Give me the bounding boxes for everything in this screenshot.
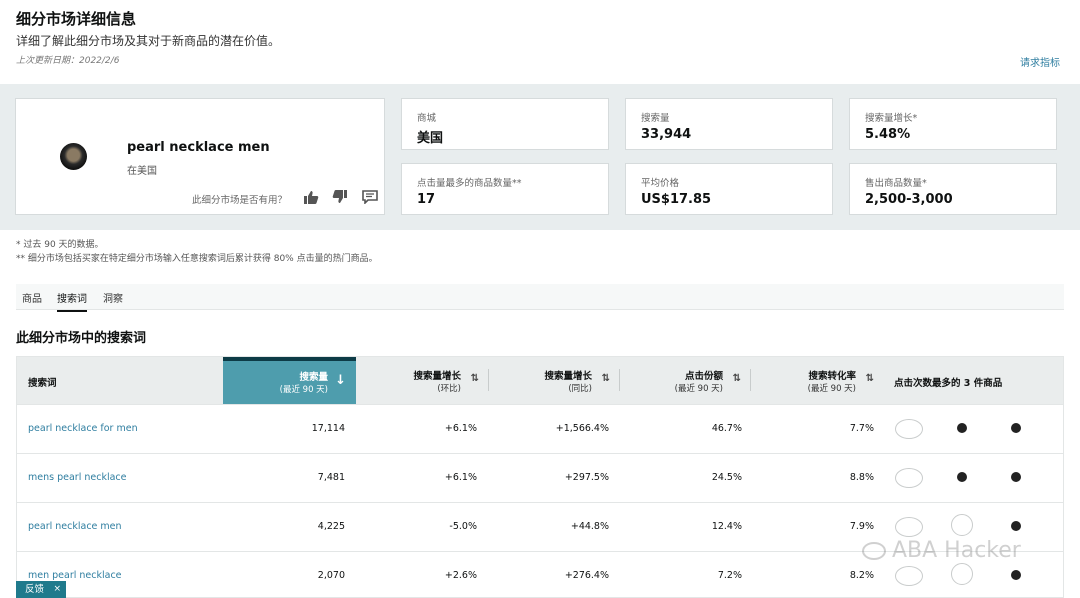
growth-yoy: +1,566.4% bbox=[555, 423, 609, 434]
metric-value: 5.48% bbox=[865, 127, 911, 142]
header-click-share[interactable]: 点击份额 (最近 90 天) ⇅ bbox=[620, 357, 751, 404]
page-title: 细分市场详细信息 bbox=[16, 10, 137, 28]
growth-qoq: +2.6% bbox=[444, 570, 477, 581]
search-term-link[interactable]: pearl necklace men bbox=[28, 521, 122, 532]
growth-yoy: +44.8% bbox=[570, 521, 609, 532]
metric-value: 2,500-3,000 bbox=[865, 192, 953, 207]
header-search-volume[interactable]: 搜索量 (最近 90 天) ↓ bbox=[223, 357, 356, 404]
sort-arrows-icon[interactable]: ⇅ bbox=[471, 373, 479, 384]
sort-arrows-icon[interactable]: ⇅ bbox=[733, 373, 741, 384]
sort-arrows-icon[interactable]: ⇅ bbox=[866, 373, 874, 384]
click-share: 46.7% bbox=[711, 423, 742, 434]
header-top-clicked-products: 点击次数最多的 3 件商品 bbox=[894, 378, 1003, 389]
sort-arrows-icon[interactable]: ⇅ bbox=[602, 373, 610, 384]
request-metrics-link[interactable]: 请求指标 bbox=[1020, 54, 1060, 69]
table-header: 搜索词 搜索量 (最近 90 天) ↓ 搜索量增长 (环比) ⇅ 搜索量增长 (… bbox=[17, 357, 1063, 404]
metric-label: 平均价格 bbox=[641, 178, 680, 189]
product-thumbnail[interactable] bbox=[1011, 570, 1021, 580]
metric-label: 点击量最多的商品数量** bbox=[417, 178, 522, 189]
page-subtitle: 详细了解此细分市场及其对于新商品的潜在价值。 bbox=[16, 34, 281, 48]
metric-value: 17 bbox=[417, 192, 436, 207]
metric-value: US$17.85 bbox=[641, 192, 712, 207]
growth-qoq: +6.1% bbox=[444, 423, 477, 434]
footnote: ** 细分市场包括买家在特定细分市场输入任意搜索词后累计获得 80% 点击量的热… bbox=[16, 254, 378, 264]
click-share: 12.4% bbox=[711, 521, 742, 532]
click-share: 24.5% bbox=[711, 472, 742, 483]
thumbs-down-icon[interactable] bbox=[332, 189, 348, 203]
thumbs-up-icon[interactable] bbox=[303, 189, 319, 204]
product-locale: 在美国 bbox=[127, 166, 157, 177]
header-growth-yoy[interactable]: 搜索量增长 (同比) ⇅ bbox=[489, 357, 620, 404]
product-name: pearl necklace men bbox=[127, 140, 270, 155]
search-volume: 4,225 bbox=[317, 521, 345, 532]
summary-band: pearl necklace men 在美国 此细分市场是否有用？ 商城 美国 … bbox=[0, 84, 1080, 230]
header-conversion-rate[interactable]: 搜索转化率 (最近 90 天) ⇅ bbox=[751, 357, 884, 404]
conversion-rate: 7.7% bbox=[849, 423, 874, 434]
sort-down-arrow-icon[interactable]: ↓ bbox=[335, 373, 346, 388]
table-row: mens pearl necklace 7,481 +6.1% +297.5% … bbox=[17, 453, 1063, 502]
product-thumbnail bbox=[60, 143, 87, 170]
product-thumbnail[interactable] bbox=[895, 566, 923, 586]
footnotes: * 过去 90 天的数据。 ** 细分市场包括买家在特定细分市场输入任意搜索词后… bbox=[16, 238, 378, 266]
search-volume: 2,070 bbox=[317, 570, 345, 581]
tab-search-terms[interactable]: 搜索词 bbox=[57, 290, 87, 312]
conversion-rate: 8.2% bbox=[849, 570, 874, 581]
close-icon[interactable]: × bbox=[53, 581, 61, 598]
metric-card-avg-price: 平均价格 US$17.85 bbox=[625, 163, 833, 215]
tab-products[interactable]: 商品 bbox=[22, 290, 42, 305]
search-term-link[interactable]: men pearl necklace bbox=[28, 570, 122, 581]
footnote: * 过去 90 天的数据。 bbox=[16, 240, 104, 250]
product-card: pearl necklace men 在美国 此细分市场是否有用？ bbox=[15, 98, 385, 215]
header-growth-qoq[interactable]: 搜索量增长 (环比) ⇅ bbox=[356, 357, 489, 404]
tab-bar: 商品 搜索词 洞察 bbox=[16, 284, 1064, 312]
product-thumbnail[interactable] bbox=[951, 563, 973, 585]
section-title: 此细分市场中的搜索词 bbox=[16, 331, 147, 346]
click-share: 7.2% bbox=[717, 570, 742, 581]
metric-value: 33,944 bbox=[641, 127, 692, 142]
metric-card-marketplace: 商城 美国 bbox=[401, 98, 609, 150]
metric-label: 商城 bbox=[417, 113, 437, 124]
product-thumbnail[interactable] bbox=[895, 517, 923, 537]
product-thumbnail[interactable] bbox=[951, 514, 973, 536]
wechat-icon bbox=[862, 542, 886, 560]
search-volume: 7,481 bbox=[317, 472, 345, 483]
metric-label: 售出商品数量* bbox=[865, 178, 927, 189]
conversion-rate: 7.9% bbox=[849, 521, 874, 532]
header-search-term[interactable]: 搜索词 bbox=[17, 357, 223, 404]
metric-label: 搜索量增长* bbox=[865, 113, 918, 124]
metric-card-top-products: 点击量最多的商品数量** 17 bbox=[401, 163, 609, 215]
feedback-button[interactable]: 反馈 × bbox=[16, 581, 66, 598]
metric-label: 搜索量 bbox=[641, 113, 670, 124]
metric-card-units-sold: 售出商品数量* 2,500-3,000 bbox=[849, 163, 1057, 215]
feedback-label: 反馈 bbox=[25, 584, 45, 595]
product-thumbnail[interactable] bbox=[957, 472, 967, 482]
growth-yoy: +276.4% bbox=[564, 570, 609, 581]
watermark: ABA Hacker bbox=[862, 538, 1021, 563]
last-updated-date: 上次更新日期：2022/2/6 bbox=[16, 56, 120, 66]
tab-insights[interactable]: 洞察 bbox=[103, 290, 123, 305]
product-thumbnail[interactable] bbox=[1011, 521, 1021, 531]
metric-value: 美国 bbox=[417, 131, 444, 146]
metric-card-search-volume: 搜索量 33,944 bbox=[625, 98, 833, 150]
growth-yoy: +297.5% bbox=[564, 472, 609, 483]
product-thumbnail[interactable] bbox=[895, 419, 923, 439]
growth-qoq: +6.1% bbox=[444, 472, 477, 483]
product-thumbnail[interactable] bbox=[957, 423, 967, 433]
growth-qoq: -5.0% bbox=[449, 521, 477, 532]
product-thumbnail[interactable] bbox=[1011, 423, 1021, 433]
page-header: 细分市场详细信息 详细了解此细分市场及其对于新商品的潜在价值。 上次更新日期：2… bbox=[0, 0, 1080, 84]
conversion-rate: 8.8% bbox=[849, 472, 874, 483]
useful-question: 此细分市场是否有用？ bbox=[192, 195, 288, 206]
comment-icon[interactable] bbox=[362, 189, 378, 205]
search-term-link[interactable]: pearl necklace for men bbox=[28, 423, 138, 434]
search-term-link[interactable]: mens pearl necklace bbox=[28, 472, 126, 483]
table-row: pearl necklace for men 17,114 +6.1% +1,5… bbox=[17, 404, 1063, 453]
product-thumbnail[interactable] bbox=[1011, 472, 1021, 482]
metric-card-search-growth: 搜索量增长* 5.48% bbox=[849, 98, 1057, 150]
search-volume: 17,114 bbox=[311, 423, 345, 434]
product-thumbnail[interactable] bbox=[895, 468, 923, 488]
